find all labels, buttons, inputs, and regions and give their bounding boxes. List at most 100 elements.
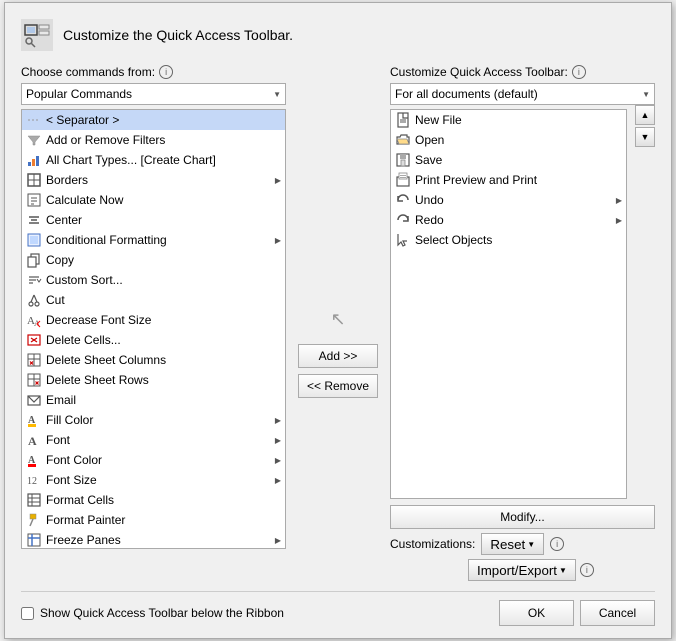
customize-toolbar-dialog: Customize the Quick Access Toolbar. Choo… [4,2,672,639]
list-item-text-borders: Borders [46,173,271,187]
new-file-icon [395,112,411,128]
right-list-item-print-preview[interactable]: Print Preview and Print [391,170,626,190]
list-item-format-painter[interactable]: Format Painter [22,510,285,530]
submenu-arrow-font-color: ▶ [275,456,281,465]
list-item-custom-sort[interactable]: Custom Sort... [22,270,285,290]
reset-button[interactable]: Reset ▼ [481,533,544,555]
list-item-font[interactable]: AFont▶ [22,430,285,450]
move-up-button[interactable]: ▲ [635,105,655,125]
left-list-box[interactable]: < Separator > Add or Remove Filters All Ch… [21,109,286,549]
list-item-text-format-cells: Format Cells [46,493,281,507]
list-item-all-chart-types[interactable]: All Chart Types... [Create Chart] [22,150,285,170]
undo-icon [395,192,411,208]
reset-info-icon[interactable]: i [550,537,564,551]
move-down-button[interactable]: ▼ [635,127,655,147]
customizations-row: Customizations: Reset ▼ i [390,533,655,555]
delete-sheet-rows-icon [26,372,42,388]
list-item-add-remove-filters[interactable]: Add or Remove Filters [22,130,285,150]
submenu-arrow-freeze-panes: ▶ [275,536,281,545]
cancel-button[interactable]: Cancel [580,600,655,626]
cut-icon [26,292,42,308]
list-item-email[interactable]: Email [22,390,285,410]
right-list-item-text-open: Open [415,133,622,147]
font-icon: A [26,432,42,448]
show-toolbar-below-row: Show Quick Access Toolbar below the Ribb… [21,606,284,620]
toolbar-icon [21,19,53,51]
right-list-item-text-save: Save [415,153,622,167]
email-icon [26,392,42,408]
left-section-label: Choose commands from: i [21,65,286,79]
list-item-copy[interactable]: Copy [22,250,285,270]
list-item-text-conditional-formatting: Conditional Formatting [46,233,271,247]
list-item-text-add-remove-filters: Add or Remove Filters [46,133,281,147]
separator-icon [26,112,42,128]
right-list-item-open[interactable]: Open [391,130,626,150]
list-item-separator[interactable]: < Separator > [22,110,285,130]
list-item-center[interactable]: Center [22,210,285,230]
dialog-title-text: Customize the Quick Access Toolbar. [63,27,293,43]
list-item-fill-color[interactable]: AFill Color▶ [22,410,285,430]
borders-icon [26,172,42,188]
format-cells-icon [26,492,42,508]
submenu-arrow-right-redo: ▶ [616,216,622,225]
list-item-text-font: Font [46,433,271,447]
list-item-delete-sheet-rows[interactable]: Delete Sheet Rows [22,370,285,390]
list-item-font-color[interactable]: A Font Color ▶ [22,450,285,470]
list-item-text-delete-cells: Delete Cells... [46,333,281,347]
list-item-text-all-chart-types: All Chart Types... [Create Chart] [46,153,281,167]
format-painter-icon [26,512,42,528]
list-item-cut[interactable]: Cut [22,290,285,310]
remove-button[interactable]: << Remove [298,374,378,398]
list-item-delete-sheet-columns[interactable]: Delete Sheet Columns [22,350,285,370]
fill-color-icon: A [26,412,42,428]
middle-column: ↖ Add >> << Remove [298,65,378,581]
left-info-icon[interactable]: i [159,65,173,79]
list-item-decrease-font-size[interactable]: AADecrease Font Size [22,310,285,330]
ok-button[interactable]: OK [499,600,574,626]
right-info-icon[interactable]: i [572,65,586,79]
add-button[interactable]: Add >> [298,344,378,368]
list-item-text-font-color: Font Color [46,453,271,467]
left-column: Choose commands from: i Popular Commands… [21,65,286,581]
list-item-font-size[interactable]: 12Font Size▶ [22,470,285,490]
freeze-panes-icon [26,532,42,548]
right-list-box[interactable]: New File Open Save Print Preview and PrintU… [390,109,627,499]
import-export-row: Import/Export ▼ i [390,559,655,581]
import-export-button[interactable]: Import/Export ▼ [468,559,576,581]
list-item-borders[interactable]: Borders▶ [22,170,285,190]
list-item-text-custom-sort: Custom Sort... [46,273,281,287]
delete-sheet-columns-icon [26,352,42,368]
list-item-text-email: Email [46,393,281,407]
right-dropdown[interactable]: For all documents (default) ▼ [390,83,655,105]
right-list-item-new-file[interactable]: New File [391,110,626,130]
left-dropdown-arrow: ▼ [273,90,281,99]
dialog-title: Customize the Quick Access Toolbar. [21,19,655,51]
submenu-arrow-conditional-formatting: ▶ [275,236,281,245]
right-list-item-redo[interactable]: Redo▶ [391,210,626,230]
list-item-delete-cells[interactable]: Delete Cells... [22,330,285,350]
conditional-formatting-icon [26,232,42,248]
right-list-item-select-objects[interactable]: Select Objects [391,230,626,250]
modify-button[interactable]: Modify... [390,505,655,529]
redo-icon [395,212,411,228]
list-item-freeze-panes[interactable]: Freeze Panes▶ [22,530,285,549]
right-list-item-undo[interactable]: Undo▶ [391,190,626,210]
up-down-controls: ▲ ▼ [635,105,655,499]
font-color-icon: A [26,452,42,468]
list-item-conditional-formatting[interactable]: Conditional Formatting ▶ [22,230,285,250]
list-item-text-copy: Copy [46,253,281,267]
select-objects-icon [395,232,411,248]
list-item-format-cells[interactable]: Format Cells [22,490,285,510]
list-item-calculate-now[interactable]: Calculate Now [22,190,285,210]
right-column: Customize Quick Access Toolbar: i For al… [390,65,655,581]
import-export-info-icon[interactable]: i [580,563,594,577]
customizations-label: Customizations: [390,537,475,551]
svg-text:A: A [28,434,37,448]
list-item-text-delete-sheet-columns: Delete Sheet Columns [46,353,281,367]
right-list-item-save[interactable]: Save [391,150,626,170]
delete-cells-icon [26,332,42,348]
save-icon [395,152,411,168]
custom-sort-icon [26,272,42,288]
left-dropdown[interactable]: Popular Commands ▼ [21,83,286,105]
show-toolbar-checkbox[interactable] [21,607,34,620]
